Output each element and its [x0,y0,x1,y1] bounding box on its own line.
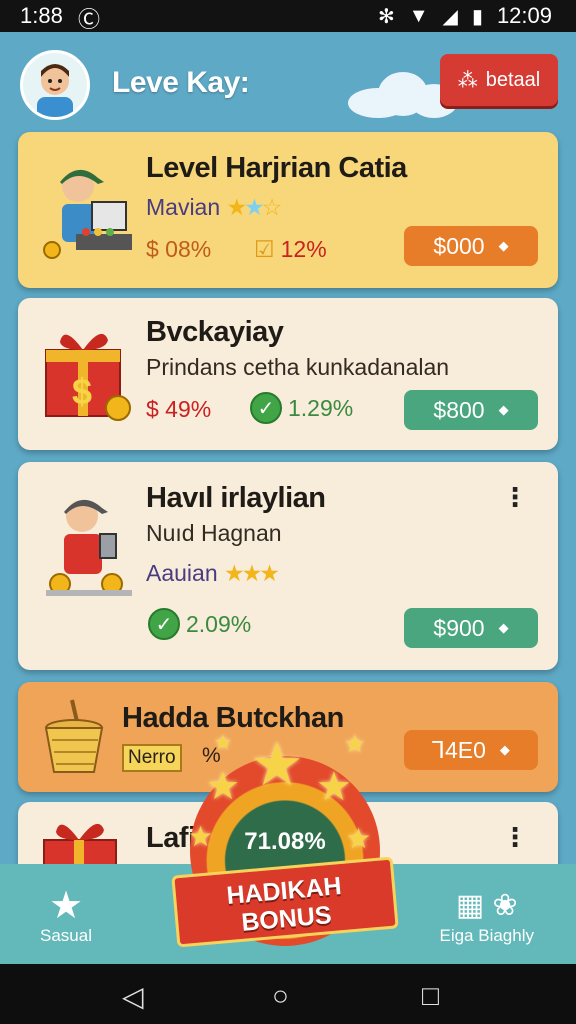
card-subtitle: Nuıd Hagnan [146,520,282,546]
recents-icon[interactable]: □ [422,980,439,1012]
diamond-icon: ◆ [498,238,509,253]
stat-percent: $ 49% [146,396,212,422]
vendor-illustration [43,169,132,259]
check-icon: ✓ [250,392,282,424]
level-card[interactable]: Level Harjrian Catia Mavian ★★☆ $ 08% ☑ … [18,132,558,288]
price-button[interactable]: $000 ◆ [404,226,538,266]
price-button[interactable]: $800 ◆ [404,390,538,430]
card-subtitle: Prindans cetha kunkadanalan [146,354,450,380]
star-icon: ★ [250,731,304,798]
star-icon: ★ [206,766,241,808]
bonus-badge[interactable]: ★ ★ ★ ★ ★ ★ ★ 71.08% HADIKAH BONUS [150,730,420,960]
price-button[interactable]: $900 ◆ [404,608,538,648]
card-title: Level Harjrian Catia [146,152,407,184]
svg-text:$: $ [72,371,92,412]
stat-growth: ✓ 2.09% [148,608,251,640]
more-options-icon[interactable]: ⋮ [502,482,528,513]
more-options-icon[interactable]: ⋮ [502,822,528,853]
star-icon: ★ [48,885,84,927]
system-nav-bar: ◁ ○ □ [0,964,576,1024]
diamond-icon: ◆ [499,742,510,757]
checkbox-icon: ☑ [254,236,275,262]
boy-illustration [46,499,132,596]
status-bar: 1:88 Ⓒ ✻ ▼ ◢ ▮ 12:09 [0,0,576,32]
card-title: Bvckayiay [146,316,284,348]
stat-percent: $ 08% [146,236,212,262]
back-icon[interactable]: ◁ [122,980,144,1013]
stars-icon: ★★☆ [226,194,283,220]
star-icon: ★ [344,731,366,758]
nav-right-label: Eiga Biaghly [439,926,534,945]
avatar[interactable] [20,50,90,120]
stat-growth: ✓ 1.29% [250,392,353,424]
app-header: Leve Kay: ⁂ betaal [0,32,576,132]
card-title: Havıl irlaylian [146,482,326,514]
check-icon: ✓ [148,608,180,640]
grid-icon: ▦ ❀ [455,889,518,922]
home-icon[interactable]: ○ [272,980,289,1012]
gift-box-icon: $ [45,333,131,421]
price-button[interactable]: Ꞁ4E0 ◆ [404,730,538,770]
status-time: 1:88 [20,3,63,28]
share-icon: ⁂ [457,69,478,92]
card-subtitle-text: Mavian [146,194,221,220]
diamond-icon: ◆ [498,402,509,417]
gift-card[interactable]: $ Bvckayiay Prindans cetha kunkadanalan … [18,298,558,450]
detail-button[interactable]: ⁂ betaal [440,54,558,106]
stars-icon: ★★★ [224,560,280,586]
sync-icon: Ⓒ [78,7,101,32]
detail-button-label: betaal [485,68,541,91]
status-clock: 12:09 [496,3,552,28]
diamond-icon: ◆ [498,620,509,635]
bonus-percent: 71.08% [244,828,326,855]
nav-item-right[interactable]: ▦ ❀ Eiga Biaghly [439,886,534,946]
signal-icon: ◢ [442,5,458,28]
nav-left-label: Sasual [40,926,92,945]
nav-item-left[interactable]: ★ Sasual [40,886,92,946]
basket-icon [44,699,104,773]
card-subtitle: Mavian ★★☆ [146,194,283,221]
bluetooth-icon: ✻ [377,5,395,28]
card-tag: Aauian ★★★ [146,560,280,586]
page-title: Leve Kay: [112,66,250,99]
star-icon: ★ [214,732,232,754]
hand-card[interactable]: Havıl irlaylian ⋮ Nuıd Hagnan Aauian ★★★… [18,462,558,670]
battery-icon: ▮ [471,5,483,28]
wifi-icon: ▼ [408,4,429,27]
star-icon: ★ [316,765,352,809]
stat-growth: ☑ 12% [254,236,327,262]
